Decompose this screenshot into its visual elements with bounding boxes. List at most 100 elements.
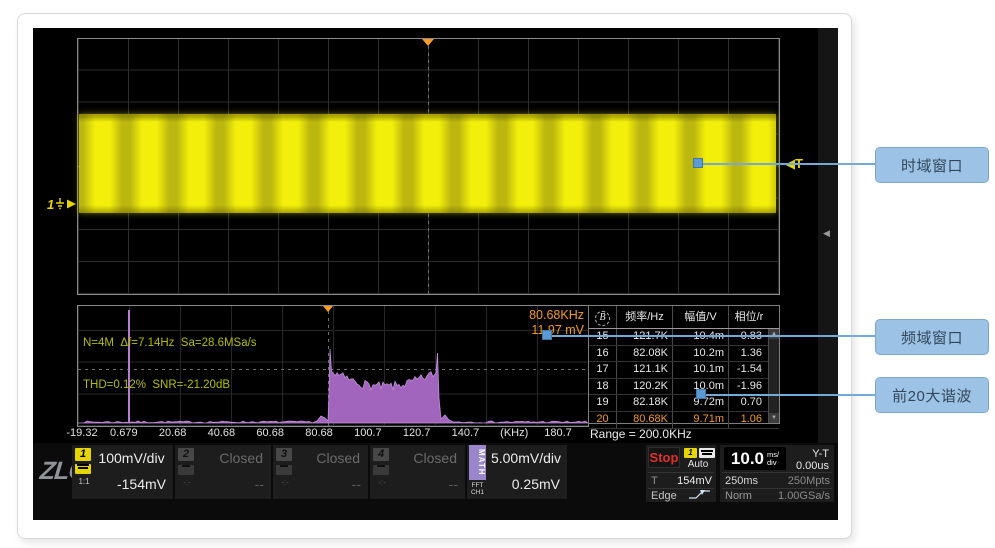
trigger-position-icon (422, 39, 434, 46)
channel-number-badge: 2 (178, 448, 194, 461)
math-scale: 5.00mV/div (489, 450, 563, 466)
timebase-unit: ms/div (767, 451, 779, 466)
ground-arrow-icon (55, 195, 79, 213)
harmonic-cell: -1.96 (729, 379, 769, 395)
callout-line-time (702, 163, 875, 165)
probe-ratio: 1:1 (75, 477, 93, 486)
harmonic-cell: 9.71m (673, 412, 729, 428)
harmonic-cell: 1.06 (729, 412, 769, 428)
fft-axis-tick: 0.679 (110, 427, 138, 439)
harmonic-cell: 20 (589, 412, 617, 428)
ch1-waveform (79, 114, 776, 213)
callout-label-freq-window: 频域窗口 (875, 319, 989, 355)
harmonic-cell: 18 (589, 379, 617, 395)
harmonic-cell: 0.70 (729, 395, 769, 411)
fft-cursor-freq: 80.68KHz (529, 308, 584, 323)
math-tab: MATH (469, 445, 486, 480)
scroll-up-icon[interactable]: ▲ (769, 329, 779, 339)
fft-trigger-icon (323, 306, 333, 312)
channel-scale: Closed (295, 450, 364, 466)
channel-tab: 1 1:1 (75, 448, 93, 486)
harmonic-row-15[interactable]: 15121.7K10.4m0.83 (589, 329, 779, 346)
callout-label-time-window: 时域窗口 (875, 147, 989, 183)
harmonic-cell: 17 (589, 362, 617, 378)
trigger-type: Edge (651, 489, 677, 503)
harmonics-table-header: B 频率/Hz 幅值/V 相位/r (589, 306, 779, 329)
fft-axis-tick: 40.68 (208, 427, 236, 439)
harmonic-cell: 10.1m (673, 362, 729, 378)
harmonic-cell: 16 (589, 346, 617, 362)
harmonic-cell: 19 (589, 395, 617, 411)
timebase-scale-box: 10.0 ms/div (724, 447, 786, 470)
record-time: 250ms (725, 474, 758, 488)
timebase-scale: 10.0 (731, 449, 764, 469)
fft-range-label: Range = 200.0KHz (590, 427, 692, 441)
timebase-block[interactable]: 10.0 ms/div Y-T 0.00us 250ms 250Mpts Nor… (720, 445, 834, 502)
fft-axis-tick: 120.7 (403, 427, 431, 439)
collapse-menu-arrow-icon[interactable]: ◀ (823, 228, 830, 239)
harmonic-cell: 80.68K (617, 412, 673, 428)
ch1-marker-number: 1 (47, 197, 54, 212)
oscilloscope-screen: 1 ◀T ◀ N=4M Δf=7.14Hz Sa=28.6MSa/s THD=0… (33, 28, 838, 520)
fft-axis-tick: 80.68 (305, 427, 333, 439)
callout-line-harmonics (705, 394, 875, 396)
math-channel-block[interactable]: MATH FFTCH1 5.00mV/div 0.25mV (467, 445, 567, 499)
harmonics-table-body: 15121.7K10.4m0.831682.08K10.2m1.3617121.… (589, 329, 779, 429)
right-menu-strip: ◀ (818, 28, 838, 443)
harmonic-cell: 121.1K (617, 362, 673, 378)
coupling-icon (178, 465, 194, 475)
scroll-down-icon[interactable]: ▼ (769, 413, 779, 423)
channel-scale: 100mV/div (94, 450, 169, 466)
fft-measurements: N=4M Δf=7.14Hz Sa=28.6MSa/s THD=0.12% SN… (83, 308, 257, 420)
harmonic-row-20[interactable]: 2080.68K9.71m1.06 (589, 412, 779, 429)
channel-offset: -- (197, 476, 264, 492)
screenshot-root: 1 ◀T ◀ N=4M Δf=7.14Hz Sa=28.6MSa/s THD=0… (0, 0, 995, 548)
channel-offset: -- (295, 476, 361, 492)
acquire-mode: Norm (725, 489, 752, 503)
header-frequency: 频率/Hz (617, 306, 673, 328)
b-measure-icon: B (595, 311, 610, 326)
coupling-icon (373, 465, 389, 475)
channel-4-block[interactable]: 4-:-Closed-- (370, 445, 465, 499)
trigger-level-value: 154mV (677, 474, 712, 488)
trigger-source: 1 (684, 448, 715, 458)
channel-1-block[interactable]: 1 1:1 100mV/div -154mV (72, 445, 173, 499)
fft-info-line1: N=4M Δf=7.14Hz Sa=28.6MSa/s (83, 336, 257, 350)
callout-anchor-time (693, 158, 703, 168)
channel-offset: -154mV (94, 476, 166, 492)
fft-axis-tick: 60.68 (256, 427, 284, 439)
channel-number-badge: 4 (373, 448, 389, 461)
harmonic-row-18[interactable]: 18120.2K10.0m-1.96 (589, 379, 779, 396)
run-state-button[interactable]: Stop (648, 447, 680, 468)
fft-info-line2: THD=0.12% SNR=-21.20dB (83, 378, 257, 392)
callout-anchor-harmonics (696, 389, 706, 399)
harmonic-cell: 1.36 (729, 346, 769, 362)
fft-axis-tick: 20.68 (159, 427, 187, 439)
fft-window: N=4M Δf=7.14Hz Sa=28.6MSa/s THD=0.12% SN… (77, 305, 589, 427)
ch1-ground-marker[interactable]: 1 (47, 195, 79, 213)
fft-axis-tick: 100.7 (354, 427, 382, 439)
harmonic-cell: -1.54 (729, 362, 769, 378)
harmonic-row-17[interactable]: 17121.1K10.1m-1.54 (589, 362, 779, 379)
coupling-icon (276, 465, 292, 475)
trigger-block[interactable]: Stop 1 Auto T 154mV Edge (646, 445, 716, 502)
harmonic-row-16[interactable]: 1682.08K10.2m1.36 (589, 346, 779, 363)
math-offset: 0.25mV (489, 476, 560, 492)
callout-anchor-freq (542, 330, 552, 340)
table-scrollbar[interactable]: ▲ ▼ (768, 329, 779, 423)
channel-number-badge: 1 (75, 448, 91, 461)
fft-cursor-readout: 80.68KHz 11.97 mV (529, 308, 584, 337)
callout-label-top20-harmonics: 前20大谐波 (875, 377, 989, 413)
channel-number-badge: 3 (276, 448, 292, 461)
channel-scale: Closed (392, 450, 461, 466)
fft-axis-tick: 180.7 (544, 427, 572, 439)
display-mode: Y-T (790, 448, 829, 460)
rising-edge-icon (688, 489, 712, 504)
trigger-source-ch1-badge: 1 (684, 448, 697, 458)
channel-3-block[interactable]: 3-:-Closed-- (273, 445, 368, 499)
harmonic-cell: 82.18K (617, 395, 673, 411)
channel-tab: 2-:- (178, 448, 196, 487)
harmonics-table: B 频率/Hz 幅值/V 相位/r 15121.7K10.4m0.831682.… (588, 305, 780, 424)
channel-2-block[interactable]: 2-:-Closed-- (175, 445, 271, 499)
harmonic-row-19[interactable]: 1982.18K9.72m0.70 (589, 395, 779, 412)
